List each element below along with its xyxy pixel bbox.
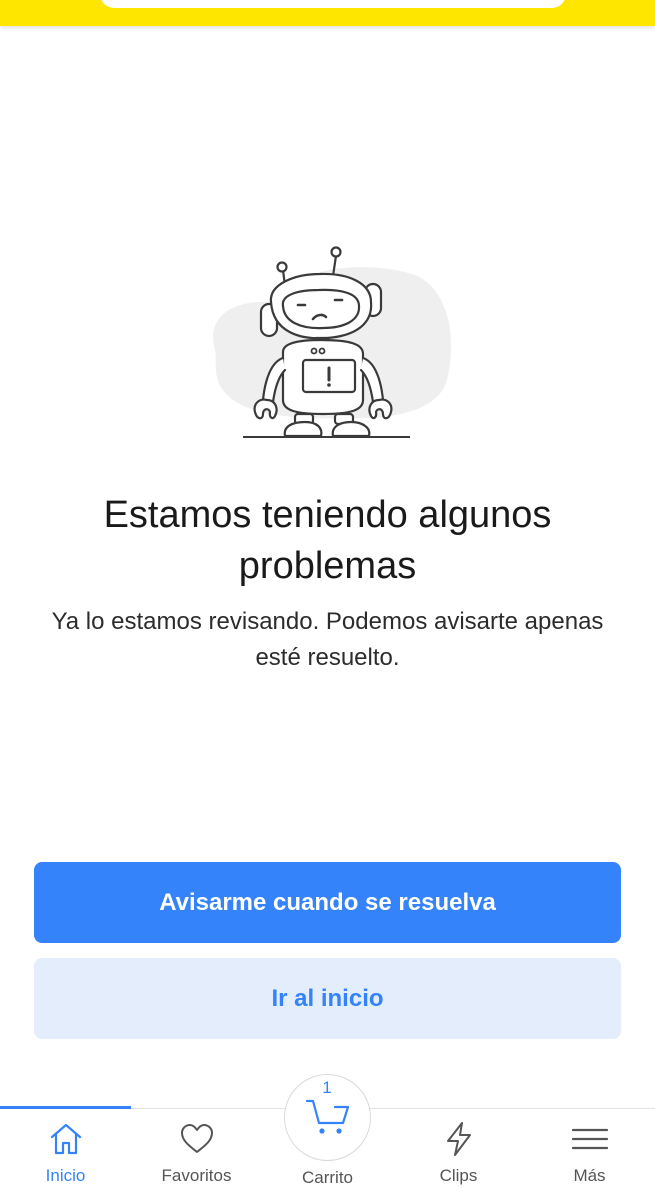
tab-clips[interactable]: Clips [393,1108,524,1200]
home-icon [50,1123,82,1155]
tab-carrito[interactable]: 1 [284,1074,371,1161]
tab-favoritos[interactable]: Favoritos [131,1108,262,1200]
cart-icon [305,1099,350,1134]
tab-mas[interactable]: Más [524,1108,655,1200]
tab-inicio[interactable]: Inicio [0,1108,131,1200]
tab-label: Carrito [301,1168,353,1187]
notify-button[interactable]: Avisarme cuando se resuelva [34,862,621,943]
menu-icon [571,1128,609,1150]
error-message: Ya lo estamos revisando. Podemos avisart… [51,608,604,671]
search-bar[interactable] [100,0,566,8]
robot-error-illustration [213,246,452,438]
tab-label: Clips [439,1166,478,1185]
top-header-bar [0,0,655,26]
error-title: Estamos teniendo algunos problemas [103,494,552,587]
tab-label: Favoritos [161,1166,232,1185]
heart-icon [181,1124,213,1153]
tab-label: Inicio [45,1166,86,1185]
lightning-icon [447,1122,471,1156]
cart-count-badge: 1 [322,1078,332,1097]
tab-label: Más [573,1166,606,1185]
go-home-button[interactable]: Ir al inicio [34,958,621,1039]
